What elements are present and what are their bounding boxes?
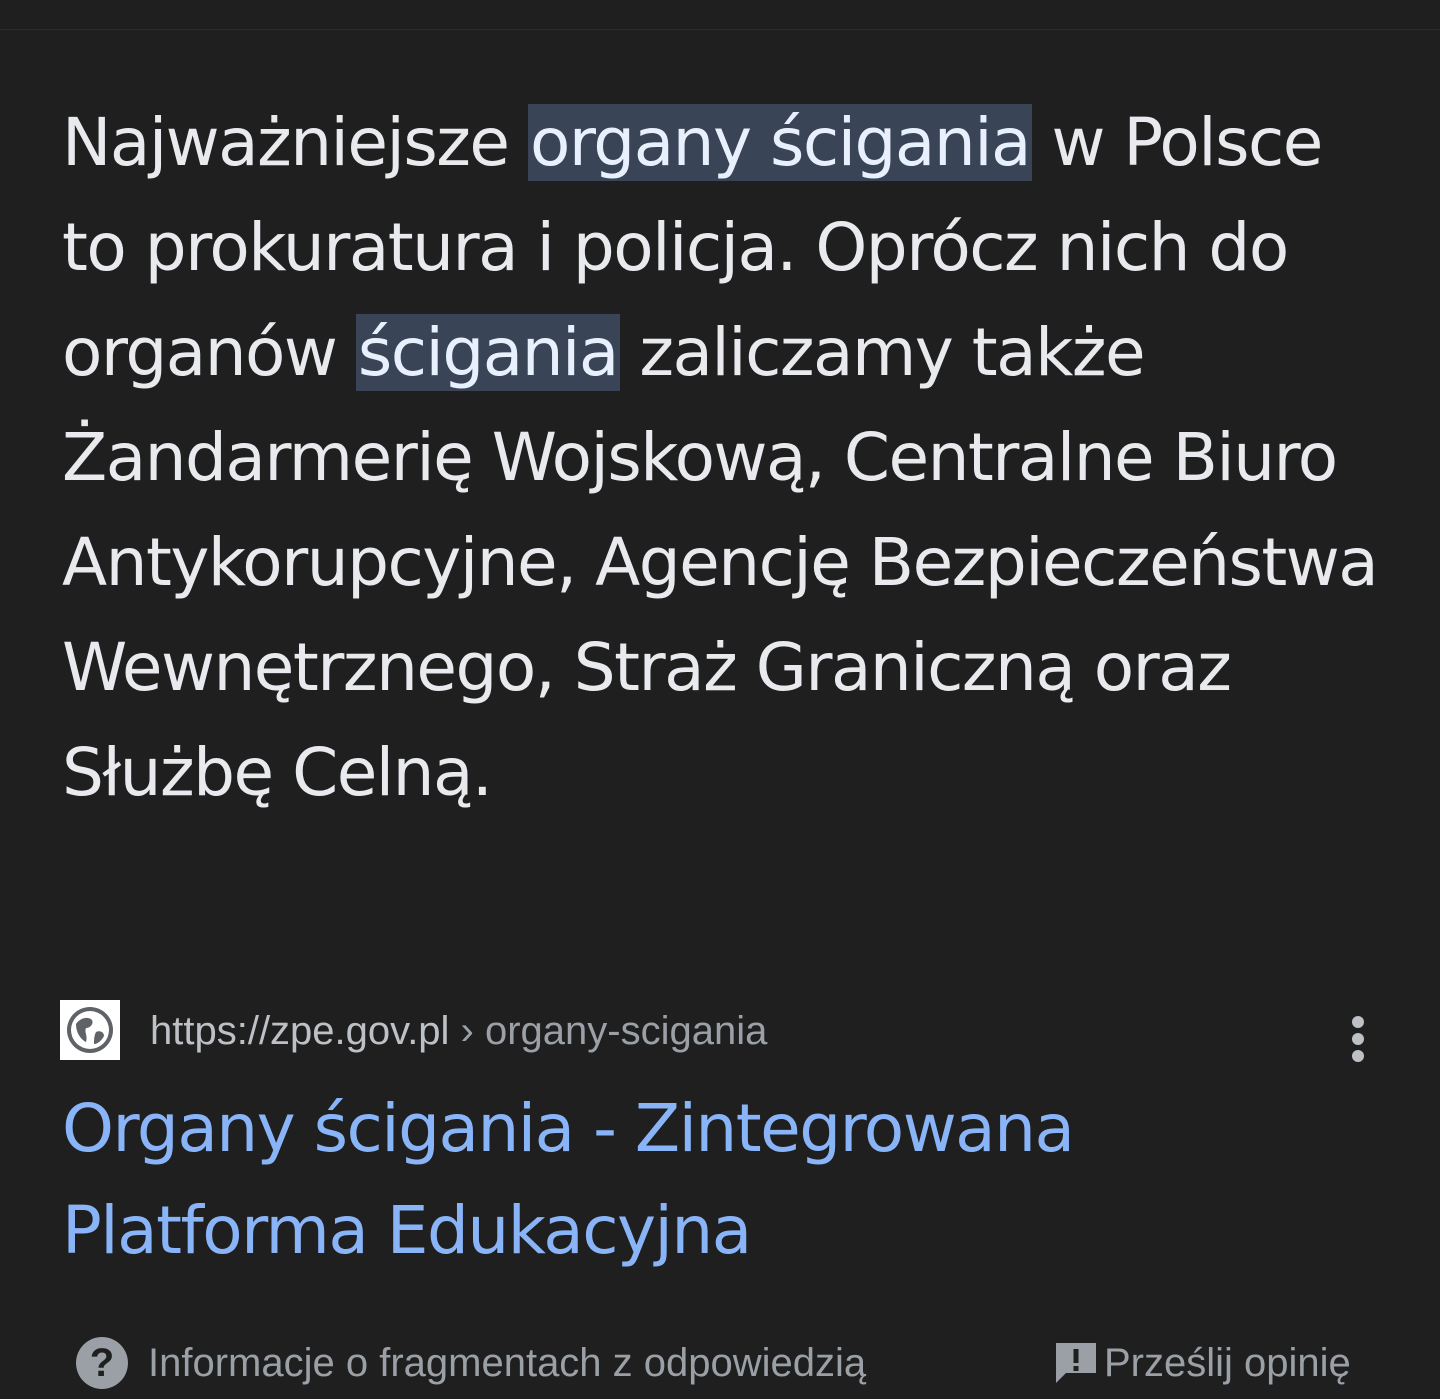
- more-options-button[interactable]: [1336, 1008, 1380, 1070]
- feedback-label: Prześlij opinię: [1104, 1340, 1351, 1385]
- about-featured-snippets-link[interactable]: ? Informacje o fragmentach z odpowiedzią: [76, 1332, 866, 1394]
- snippet-highlight-1: organy ścigania: [527, 104, 1032, 181]
- result-title-link[interactable]: Organy ścigania - Zintegrowana Platforma…: [62, 1078, 1362, 1282]
- snippet-text-part1: Najważniejsze: [62, 104, 528, 181]
- send-feedback-link[interactable]: Prześlij opinię: [1052, 1332, 1351, 1394]
- snippet-footer: ? Informacje o fragmentach z odpowiedzią…: [76, 1332, 1396, 1394]
- url-path: organy-scigania: [484, 1009, 768, 1053]
- feedback-icon: [1056, 1343, 1096, 1383]
- featured-snippet-text: Najważniejsze organy ścigania w Polsce t…: [62, 90, 1382, 825]
- snippet-highlight-2: ścigania: [355, 314, 620, 391]
- more-vert-icon: [1352, 1016, 1364, 1062]
- url-domain: https://zpe.gov.pl: [150, 1009, 450, 1053]
- source-url[interactable]: https://zpe.gov.pl › organy-scigania: [150, 1006, 767, 1056]
- globe-icon: [60, 1000, 120, 1060]
- help-circle-icon: ?: [76, 1337, 128, 1389]
- top-divider: [0, 29, 1440, 30]
- about-snippets-label: Informacje o fragmentach z odpowiedzią: [148, 1340, 867, 1385]
- url-separator: ›: [449, 1009, 485, 1053]
- source-row[interactable]: https://zpe.gov.pl › organy-scigania: [60, 1000, 1380, 1062]
